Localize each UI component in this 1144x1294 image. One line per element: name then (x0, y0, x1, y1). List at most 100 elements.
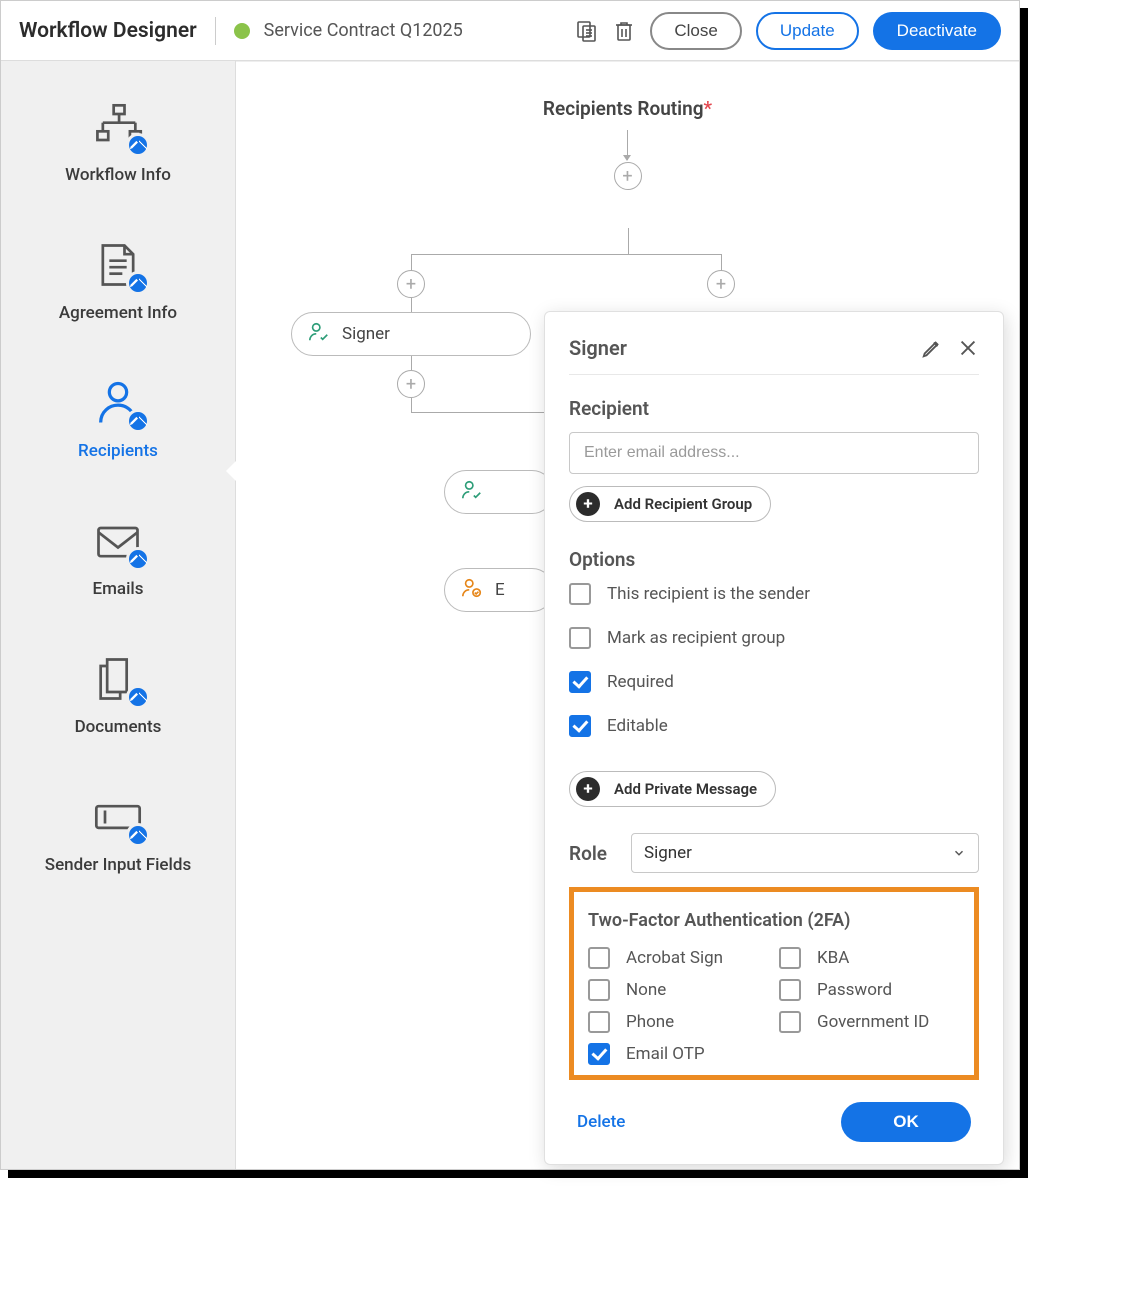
trash-icon[interactable] (612, 19, 636, 43)
options-label: Options (569, 548, 979, 571)
role-value: Signer (644, 843, 692, 863)
connector (628, 228, 629, 254)
sidebar-item-label: Emails (93, 579, 144, 599)
pencil-badge-icon (126, 133, 150, 157)
signer-node[interactable] (444, 470, 554, 514)
checkbox-label: Email OTP (626, 1044, 705, 1064)
signer-node[interactable]: Signer (291, 312, 531, 356)
checkbox-label: Required (607, 672, 674, 692)
checkbox-label: Mark as recipient group (607, 628, 785, 648)
node-label: Signer (342, 324, 390, 344)
checkbox-label: Acrobat Sign (626, 948, 723, 968)
add-node-button[interactable]: + (614, 162, 642, 190)
edit-icon[interactable] (921, 337, 943, 359)
pencil-badge-icon (126, 823, 150, 847)
delete-link[interactable]: Delete (577, 1112, 625, 1132)
pencil-badge-icon (126, 271, 150, 295)
documents-icon (92, 653, 144, 705)
add-recipient-group-button[interactable]: + Add Recipient Group (569, 486, 771, 522)
plus-circle-icon: + (576, 492, 600, 516)
sidebar-item-label: Documents (75, 717, 162, 737)
role-label: Role (569, 842, 607, 865)
update-button[interactable]: Update (756, 12, 859, 50)
sidebar-item-label: Sender Input Fields (45, 855, 191, 875)
two-factor-auth-section: Two-Factor Authentication (2FA) Acrobat … (569, 887, 979, 1080)
expand-node[interactable]: E (444, 568, 554, 612)
sidebar-item-documents[interactable]: Documents (1, 653, 235, 737)
sidebar-item-recipients[interactable]: Recipients (1, 377, 235, 461)
checkbox-icon (779, 979, 801, 1001)
app-title: Workflow Designer (19, 19, 197, 43)
connector (411, 356, 412, 370)
recipients-icon (92, 377, 144, 429)
sidebar-item-label: Workflow Info (65, 165, 171, 185)
checkbox-icon (779, 947, 801, 969)
tfa-title: Two-Factor Authentication (2FA) (588, 910, 960, 931)
checkbox-icon (588, 1043, 610, 1065)
option-editable[interactable]: Editable (569, 715, 979, 737)
checkbox-icon (588, 979, 610, 1001)
checkbox-icon (779, 1011, 801, 1033)
checkbox-icon (569, 715, 591, 737)
checkbox-label: This recipient is the sender (607, 584, 810, 604)
deactivate-button[interactable]: Deactivate (873, 12, 1001, 50)
sidebar-item-agreement-info[interactable]: Agreement Info (1, 239, 235, 323)
add-node-button[interactable]: + (397, 370, 425, 398)
signer-orange-icon (461, 577, 483, 604)
role-select[interactable]: Signer (631, 833, 979, 873)
add-private-message-button[interactable]: + Add Private Message (569, 771, 776, 807)
add-node-button[interactable]: + (397, 270, 425, 298)
checkbox-label: KBA (817, 948, 849, 968)
sidebar-item-emails[interactable]: Emails (1, 515, 235, 599)
option-is-sender[interactable]: This recipient is the sender (569, 583, 979, 605)
agreement-info-icon (92, 239, 144, 291)
workflow-info-icon (92, 101, 144, 153)
tfa-phone[interactable]: Phone (588, 1011, 769, 1033)
recipient-email-input[interactable] (569, 432, 979, 474)
chip-label: Add Recipient Group (614, 495, 752, 513)
tfa-government-id[interactable]: Government ID (779, 1011, 960, 1033)
connector (411, 254, 721, 255)
sidebar: Workflow Info Agreement Info (1, 61, 236, 1169)
checkbox-icon (569, 627, 591, 649)
section-title-text: Recipients Routing (543, 97, 704, 120)
sidebar-item-sender-input[interactable]: Sender Input Fields (1, 791, 235, 875)
pencil-badge-icon (126, 547, 150, 571)
option-mark-group[interactable]: Mark as recipient group (569, 627, 979, 649)
status-dot-icon (234, 23, 250, 39)
option-required[interactable]: Required (569, 671, 979, 693)
signer-icon (461, 479, 483, 506)
connector (411, 412, 566, 413)
tfa-kba[interactable]: KBA (779, 947, 960, 969)
required-asterisk: * (704, 97, 713, 120)
sender-input-icon (92, 791, 144, 843)
copy-icon[interactable] (574, 19, 598, 43)
close-icon[interactable] (957, 337, 979, 359)
chip-label: Add Private Message (614, 780, 757, 798)
checkbox-icon (588, 1011, 610, 1033)
signer-icon (308, 321, 330, 348)
plus-circle-icon: + (576, 777, 600, 801)
connector (411, 398, 412, 412)
document-title: Service Contract Q12025 (264, 20, 463, 41)
sidebar-item-workflow-info[interactable]: Workflow Info (1, 101, 235, 185)
checkbox-label: Phone (626, 1012, 674, 1032)
ok-button[interactable]: OK (841, 1102, 971, 1142)
checkbox-label: Government ID (817, 1012, 929, 1032)
section-title: Recipients Routing* (236, 97, 1019, 120)
arrow-down-icon (627, 130, 628, 160)
sidebar-item-label: Recipients (78, 441, 158, 461)
pencil-badge-icon (126, 685, 150, 709)
checkbox-label: Password (817, 980, 892, 1000)
tfa-password[interactable]: Password (779, 979, 960, 1001)
checkbox-icon (569, 583, 591, 605)
tfa-email-otp[interactable]: Email OTP (588, 1043, 769, 1065)
close-button[interactable]: Close (650, 12, 741, 50)
recipient-label: Recipient (569, 397, 979, 420)
tfa-acrobat-sign[interactable]: Acrobat Sign (588, 947, 769, 969)
tfa-none[interactable]: None (588, 979, 769, 1001)
checkbox-icon (588, 947, 610, 969)
connector (411, 298, 412, 312)
add-node-button[interactable]: + (707, 270, 735, 298)
node-label: E (495, 580, 505, 600)
